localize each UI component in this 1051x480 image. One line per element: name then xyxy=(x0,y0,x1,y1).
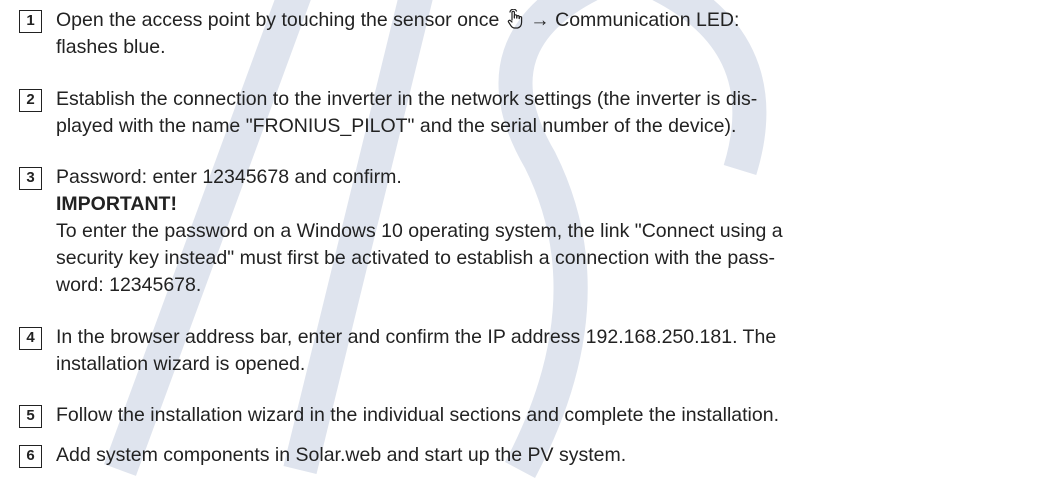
step-number: 6 xyxy=(19,445,42,468)
step-text-continuation: → Communication LED: xyxy=(524,9,740,31)
step-number: 3 xyxy=(19,167,42,190)
step-text-line: security key instead" must first be acti… xyxy=(56,247,776,269)
step-text: Password: enter 12345678 and confirm. IM… xyxy=(56,164,1036,299)
step-text-line: Add system components in Solar.web and s… xyxy=(56,444,627,466)
step-text-line: flashes blue. xyxy=(56,36,166,58)
step-text-line: word: 12345678. xyxy=(56,274,202,296)
step-text: Open the access point by touching the se… xyxy=(56,7,1036,61)
step-text-line: Establish the connection to the inverter… xyxy=(56,88,758,110)
hand-touch-icon xyxy=(507,9,522,29)
step-text: In the browser address bar, enter and co… xyxy=(56,324,1036,378)
step-text: Add system components in Solar.web and s… xyxy=(56,442,1036,469)
step-number: 4 xyxy=(19,327,42,350)
step-text-line: In the browser address bar, enter and co… xyxy=(56,326,777,348)
step-text-line: played with the name "FRONIUS_PILOT" and… xyxy=(56,115,737,137)
step-text-line: Follow the installation wizard in the in… xyxy=(56,404,779,426)
step-text-line: To enter the password on a Windows 10 op… xyxy=(56,220,783,242)
important-label: IMPORTANT! xyxy=(56,193,177,215)
step-text: Establish the connection to the inverter… xyxy=(56,86,1036,140)
step-number: 1 xyxy=(19,10,42,33)
step-text-line: Open the access point by touching the se… xyxy=(56,9,500,31)
step-text-line: installation wizard is opened. xyxy=(56,353,306,375)
step-text-line: Password: enter 12345678 and confirm. xyxy=(56,166,402,188)
step-number: 5 xyxy=(19,405,42,428)
step-text: Follow the installation wizard in the in… xyxy=(56,402,1036,429)
step-number: 2 xyxy=(19,89,42,112)
